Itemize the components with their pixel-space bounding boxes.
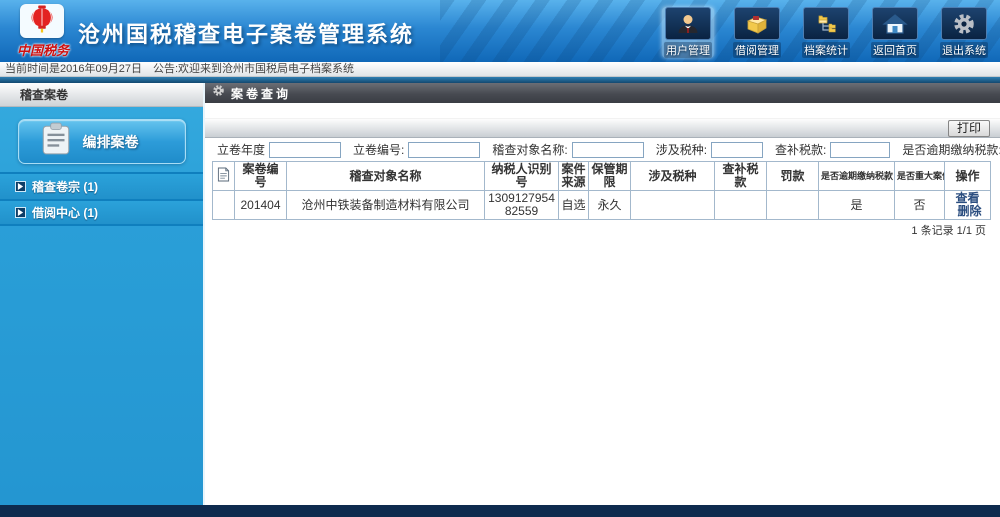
delete-link[interactable]: 删除: [957, 204, 981, 218]
sidebar-item-label: 借阅中心 (1): [32, 204, 98, 221]
column-header-case-no: 案卷编号: [235, 162, 287, 191]
stats-icon: [803, 7, 849, 40]
sidebar-button-label: 编排案卷: [83, 132, 139, 152]
app-window: 中国税务 沧州国税稽查电子案卷管理系统 用户管理: [0, 0, 1000, 517]
column-header-tax-types: 涉及税种: [631, 162, 715, 191]
sidebar-item-label: 稽查卷宗 (1): [32, 178, 98, 195]
cell-tax-types: [631, 191, 715, 220]
column-header-supplement-tax: 查补税款: [715, 162, 767, 191]
nav-label: 借阅管理: [733, 42, 781, 58]
cell-row-icon: [213, 191, 235, 220]
sidebar-items: 稽查卷宗 (1) 借阅中心 (1): [0, 172, 203, 226]
cell-case-source: 自选: [559, 191, 589, 220]
page-title: 沧州国税稽查电子案卷管理系统: [78, 17, 414, 49]
sidebar: 稽查案卷 编排案卷 稽查卷宗 (1): [0, 83, 205, 505]
logo-caption: 中国税务: [8, 40, 78, 59]
nav-label: 退出系统: [940, 42, 988, 58]
cell-fine: [767, 191, 819, 220]
spacer: [205, 103, 1000, 118]
tax-types-input[interactable]: [711, 142, 763, 158]
nav-return-home[interactable]: 返回首页: [869, 7, 921, 58]
cell-taxpayer-id: 130912795482559: [485, 191, 559, 220]
content-header: 案卷查询: [205, 83, 1000, 103]
header-nav: 用户管理 借阅管理: [662, 7, 990, 58]
gear-icon: [941, 7, 987, 40]
user-icon: [665, 7, 711, 40]
column-header-case-source: 案件来源: [559, 162, 589, 191]
cell-overdue: 是: [819, 191, 895, 220]
cell-major-case: 否: [895, 191, 945, 220]
cell-storage-period: 永久: [589, 191, 631, 220]
column-header-actions: 操作: [945, 162, 991, 191]
arrow-bullet-icon: [15, 181, 26, 192]
nav-borrow-management[interactable]: 借阅管理: [731, 7, 783, 58]
lantern-icon: [27, 4, 57, 39]
nav-label: 用户管理: [664, 42, 712, 58]
target-name-input[interactable]: [572, 142, 644, 158]
nav-label: 档案统计: [802, 42, 850, 58]
table-row: 201404 沧州中铁装备制造材料有限公司 130912795482559 自选…: [213, 191, 991, 220]
sidebar-section-title: 稽查案卷: [0, 83, 203, 107]
sidebar-item-inspection-files[interactable]: 稽查卷宗 (1): [0, 172, 203, 199]
column-header-taxpayer-id: 纳税人识别号: [485, 162, 559, 191]
column-header-storage-period: 保管期限: [589, 162, 631, 191]
cell-actions: 查看 删除: [945, 191, 991, 220]
toolbar: 打印: [205, 118, 1000, 138]
filing-year-input[interactable]: [269, 142, 341, 158]
view-link[interactable]: 查看: [955, 191, 979, 205]
arrow-bullet-icon: [15, 207, 26, 218]
tax-logo: [20, 4, 64, 38]
filing-number-label: 立卷编号:: [353, 141, 404, 158]
supplement-tax-label: 查补税款:: [775, 141, 826, 158]
nav-exit-system[interactable]: 退出系统: [938, 7, 990, 58]
overdue-payment-label: 是否逾期缴纳税款:: [902, 141, 1000, 158]
tax-types-label: 涉及税种:: [656, 141, 707, 158]
nav-user-management[interactable]: 用户管理: [662, 7, 714, 58]
clipboard-icon: [41, 122, 71, 161]
column-header-major-case: 是否重大案件: [895, 162, 945, 191]
content-title: 案卷查询: [231, 85, 291, 102]
cell-case-no: 201404: [235, 191, 287, 220]
cell-supplement-tax: [715, 191, 767, 220]
notice-bar: 当前时间是2016年09月27日 公告:欢迎来到沧州市国税局电子档案系统: [0, 62, 1000, 77]
home-icon: [872, 7, 918, 40]
pagination-info: 1 条记录 1/1 页: [212, 220, 990, 238]
search-form: 立卷年度 立卷编号: 稽查对象名称: 涉及税种: 查补税款: 是否逾期缴纳税款:…: [205, 138, 1000, 161]
document-icon: [213, 162, 235, 191]
target-name-label: 稽查对象名称:: [492, 141, 567, 158]
case-table: 案卷编号 稽查对象名称 纳税人识别号 案件来源 保管期限 涉及税种 查补税款 罚…: [212, 161, 991, 220]
column-header-overdue: 是否逾期缴纳税款: [819, 162, 895, 191]
print-button[interactable]: 打印: [948, 120, 990, 137]
sidebar-item-borrow-center[interactable]: 借阅中心 (1): [0, 199, 203, 226]
column-header-fine: 罚款: [767, 162, 819, 191]
gear-icon: [212, 84, 225, 102]
table-header-row: 案卷编号 稽查对象名称 纳税人识别号 案件来源 保管期限 涉及税种 查补税款 罚…: [213, 162, 991, 191]
sidebar-item-compile-case-files[interactable]: 编排案卷: [18, 119, 186, 164]
nav-label: 返回首页: [871, 42, 919, 58]
filing-year-label: 立卷年度: [217, 141, 265, 158]
cell-target-name: 沧州中铁装备制造材料有限公司: [287, 191, 485, 220]
supplement-tax-input[interactable]: [830, 142, 890, 158]
filing-number-input[interactable]: [408, 142, 480, 158]
main-content: 案卷查询 打印 立卷年度 立卷编号: 稽查对象名称: 涉及税种: 查补税款: 是…: [205, 83, 1000, 505]
app-header: 中国税务 沧州国税稽查电子案卷管理系统 用户管理: [0, 0, 1000, 62]
bottom-status-bar: [0, 505, 1000, 517]
borrow-icon: [734, 7, 780, 40]
nav-archive-statistics[interactable]: 档案统计: [800, 7, 852, 58]
column-header-target-name: 稽查对象名称: [287, 162, 485, 191]
